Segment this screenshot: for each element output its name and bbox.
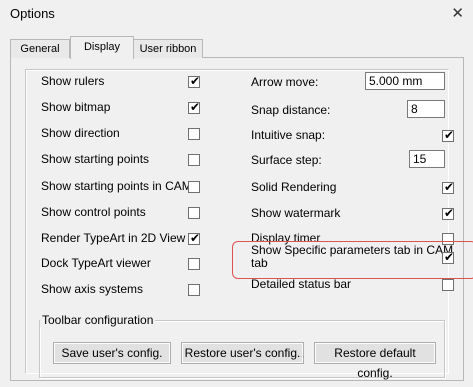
- tab-display[interactable]: Display: [70, 36, 134, 59]
- restore-user-config-button[interactable]: Restore user's config.: [181, 342, 304, 364]
- label-show-rulers: Show rulers: [41, 74, 105, 88]
- checkmark-icon: ✔: [444, 206, 455, 220]
- surface-step-field[interactable]: 15: [409, 150, 445, 168]
- label-show-starting-points: Show starting points: [41, 152, 150, 166]
- checkbox-show-starting-points[interactable]: [188, 154, 200, 166]
- label-render-typeart: Render TypeArt in 2D View: [41, 231, 186, 245]
- checkbox-show-bitmap[interactable]: ✔: [188, 100, 201, 114]
- label-dock-typeart-viewer: Dock TypeArt viewer: [41, 256, 151, 270]
- tab-general[interactable]: General: [10, 39, 70, 58]
- label-detailed-status-bar: Detailed status bar: [251, 277, 352, 291]
- label-surface-step: Surface step:: [251, 153, 322, 167]
- checkmark-icon: ✔: [444, 128, 455, 142]
- checkbox-detailed-status-bar[interactable]: [442, 279, 454, 291]
- toolbar-config-label: Toolbar configuration: [40, 313, 156, 327]
- label-show-axis-systems: Show axis systems: [41, 282, 144, 296]
- checkbox-intuitive-snap[interactable]: ✔: [442, 128, 455, 142]
- checkbox-show-direction[interactable]: [188, 128, 200, 140]
- label-show-starting-points-cam: Show starting points in CAM ta: [41, 179, 189, 193]
- checkbox-show-control-points[interactable]: [188, 207, 200, 219]
- label-show-watermark: Show watermark: [251, 206, 341, 220]
- label-solid-rendering: Solid Rendering: [251, 180, 337, 194]
- highlight-annotation: [232, 241, 473, 279]
- label-intuitive-snap: Intuitive snap:: [251, 128, 326, 142]
- label-snap-distance: Snap distance:: [251, 103, 331, 117]
- restore-default-config-button[interactable]: Restore default config.: [314, 342, 436, 380]
- arrow-move-field[interactable]: 5.000 mm: [365, 72, 445, 90]
- snap-distance-field[interactable]: 8: [407, 100, 445, 118]
- window-title: Options: [10, 6, 55, 21]
- checkbox-dock-typeart-viewer[interactable]: [188, 258, 200, 270]
- checkmark-icon: ✔: [444, 180, 455, 194]
- checkmark-icon: ✔: [190, 100, 201, 114]
- checkbox-render-typeart[interactable]: ✔: [188, 231, 201, 245]
- checkbox-show-axis-systems[interactable]: [188, 284, 200, 296]
- label-show-bitmap: Show bitmap: [41, 100, 111, 114]
- label-show-direction: Show direction: [41, 126, 120, 140]
- checkbox-show-rulers[interactable]: ✔: [188, 74, 201, 88]
- close-icon[interactable]: ✕: [451, 4, 464, 22]
- tab-user-ribbon[interactable]: User ribbon: [133, 39, 203, 58]
- label-show-control-points: Show control points: [41, 205, 146, 219]
- checkmark-icon: ✔: [190, 231, 201, 245]
- label-arrow-move: Arrow move:: [251, 75, 319, 89]
- checkmark-icon: ✔: [190, 74, 201, 88]
- save-config-button[interactable]: Save user's config.: [53, 342, 171, 364]
- checkbox-show-starting-points-cam[interactable]: [188, 181, 200, 193]
- checkbox-solid-rendering[interactable]: ✔: [442, 180, 455, 194]
- checkbox-show-watermark[interactable]: ✔: [442, 206, 455, 220]
